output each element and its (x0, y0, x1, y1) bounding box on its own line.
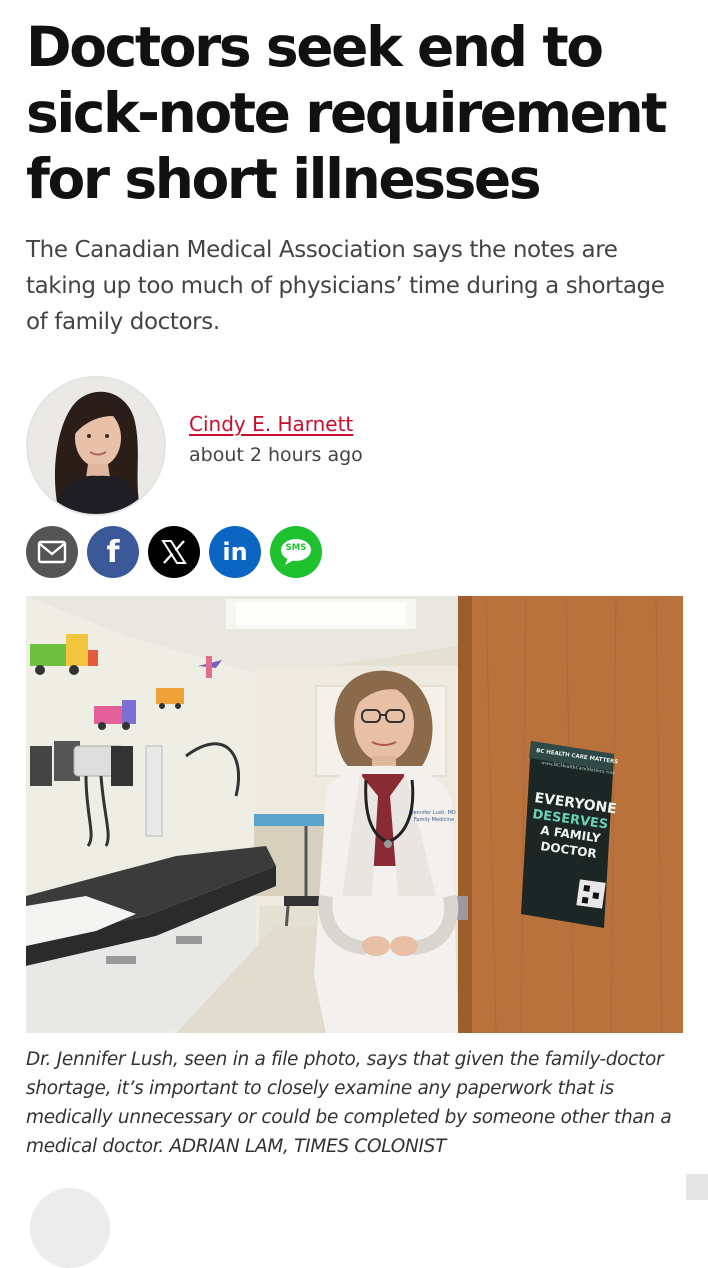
partial-widget[interactable] (686, 1174, 708, 1200)
photo-caption: Dr. Jennifer Lush, seen in a file photo,… (26, 1049, 672, 1157)
x-icon (161, 540, 187, 564)
email-share-button[interactable] (26, 526, 78, 578)
sms-share-button[interactable]: SMS (270, 526, 322, 578)
envelope-icon (37, 540, 67, 564)
svg-text:Jennifer Lush, MD: Jennifer Lush, MD (411, 810, 456, 816)
facebook-icon: f (106, 534, 120, 570)
article-headline: Doctors seek end to sick-note requiremen… (26, 15, 668, 211)
author-avatar[interactable] (26, 376, 166, 516)
linkedin-share-button[interactable]: in (209, 526, 261, 578)
facebook-share-button[interactable]: f (87, 526, 139, 578)
partial-avatar (30, 1188, 110, 1268)
poster: BC HEALTH CARE MATTERS www.BCHealthCareM… (521, 741, 618, 928)
x-share-button[interactable] (148, 526, 200, 578)
timestamp: about 2 hours ago (189, 444, 363, 466)
article-photo[interactable]: BC HEALTH CARE MATTERS www.BCHealthCareM… (26, 596, 683, 1033)
svg-text:Family Medicine: Family Medicine (414, 817, 454, 823)
linkedin-icon: in (222, 538, 248, 566)
sms-icon: SMS (280, 538, 312, 566)
article-dek: The Canadian Medical Association says th… (26, 237, 665, 335)
author-name-link[interactable]: Cindy E. Harnett (189, 412, 353, 436)
